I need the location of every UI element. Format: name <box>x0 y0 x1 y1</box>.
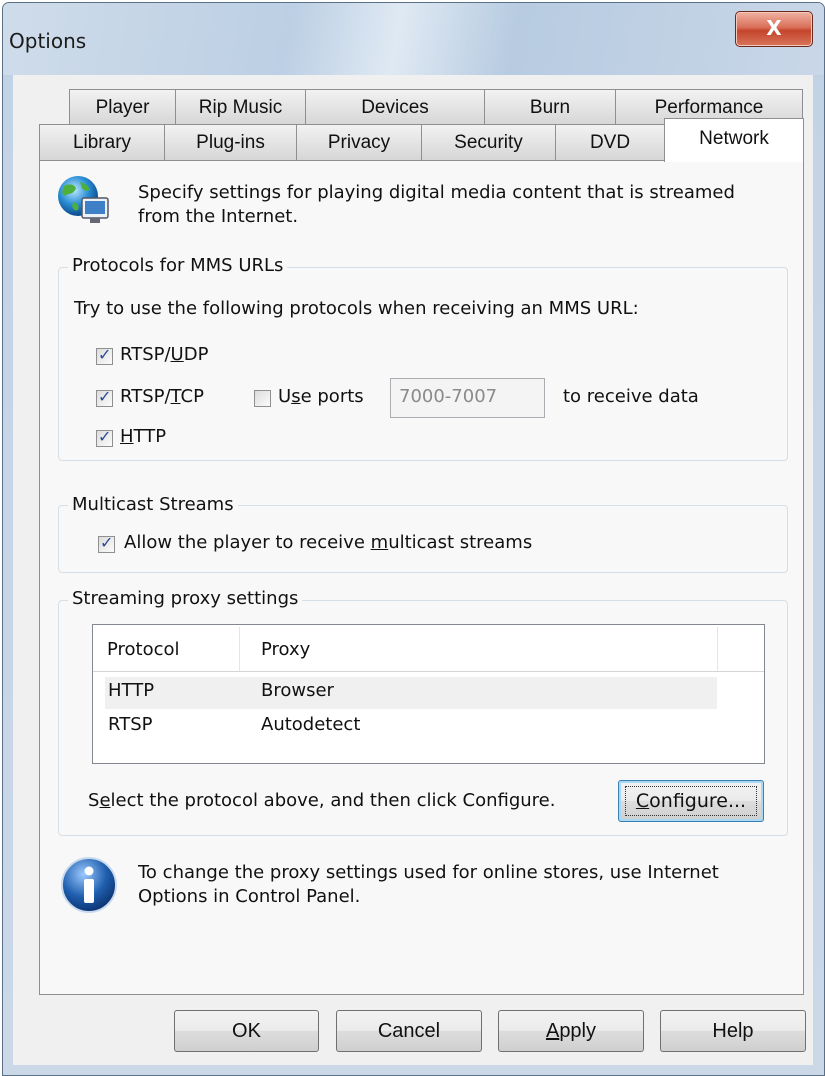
tab-label: Rip Music <box>198 97 283 118</box>
tab-privacy[interactable]: Privacy <box>296 124 422 160</box>
info-text-line1: To change the proxy settings used for on… <box>138 862 719 883</box>
apply-button[interactable]: Apply <box>498 1010 644 1052</box>
tab-player[interactable]: Player <box>69 89 176 125</box>
http-checkbox[interactable] <box>96 427 113 447</box>
tab-label: Library <box>72 132 132 153</box>
accelerator-key: U <box>170 344 184 365</box>
tab-plug-ins[interactable]: Plug-ins <box>164 124 297 160</box>
tab-rip-music[interactable]: Rip Music <box>175 89 306 125</box>
label-part: TTP <box>133 426 167 447</box>
rtsp-tcp-checkbox[interactable] <box>96 387 113 407</box>
close-icon: X <box>766 16 782 40</box>
tab-label: Player <box>95 97 150 118</box>
tab-label: DVD <box>589 132 631 153</box>
ok-button[interactable]: OK <box>174 1010 319 1052</box>
ports-suffix-label: to receive data <box>563 386 699 407</box>
table-row[interactable]: HTTP Browser <box>105 677 717 709</box>
use-ports-label[interactable]: Use ports <box>278 386 364 407</box>
proxy-list[interactable]: Protocol Proxy HTTP Browser RTSP Autodet… <box>92 624 765 764</box>
info-text-line2: Options in Control Panel. <box>138 886 361 907</box>
accelerator-key: m <box>370 532 389 553</box>
title-bar[interactable]: Options X <box>3 3 824 75</box>
protocols-legend: Protocols for MMS URLs <box>68 255 288 276</box>
cancel-button[interactable]: Cancel <box>336 1010 482 1052</box>
header-description-line1: Specify settings for playing digital med… <box>138 182 735 203</box>
table-row[interactable]: RTSP Autodetect <box>105 711 717 743</box>
accelerator-key: T <box>170 386 181 407</box>
tab-security[interactable]: Security <box>421 124 556 160</box>
row-protocol: HTTP <box>108 680 155 701</box>
allow-multicast-checkbox[interactable] <box>98 533 115 553</box>
proxy-legend: Streaming proxy settings <box>68 588 303 609</box>
window-title: Options <box>9 29 87 53</box>
tab-label: Performance <box>654 97 764 118</box>
accelerator-key: H <box>120 426 134 447</box>
use-ports-checkbox[interactable] <box>254 390 271 407</box>
column-divider[interactable] <box>239 627 240 671</box>
proxy-list-header: Protocol Proxy <box>93 625 764 672</box>
label-part: CP <box>180 386 204 407</box>
tab-label: Burn <box>529 97 571 118</box>
tab-dvd[interactable]: DVD <box>555 124 665 160</box>
close-button[interactable]: X <box>735 11 813 47</box>
button-label: OK <box>232 1020 261 1042</box>
column-divider[interactable] <box>717 627 718 671</box>
help-button[interactable]: Help <box>660 1010 806 1052</box>
accelerator-key: s <box>291 386 301 407</box>
rtsp-udp-label[interactable]: RTSP/UDP <box>120 344 208 365</box>
accelerator-key: A <box>545 1020 560 1042</box>
button-label: Cancel <box>377 1020 441 1042</box>
rtsp-udp-checkbox[interactable] <box>96 345 113 365</box>
accelerator-key: e <box>99 790 111 811</box>
tab-label: Devices <box>361 97 429 118</box>
label-part: S <box>88 790 100 811</box>
protocols-instruction: Try to use the following protocols when … <box>74 298 639 319</box>
row-proxy: Autodetect <box>261 714 361 735</box>
label-part: ulticast streams <box>388 532 533 553</box>
label-part: lect the protocol above, and then click … <box>110 790 556 811</box>
tab-burn[interactable]: Burn <box>484 89 616 125</box>
multicast-legend: Multicast Streams <box>68 494 238 515</box>
button-label: Help <box>712 1020 754 1042</box>
allow-multicast-label[interactable]: Allow the player to receive multicast st… <box>124 532 532 553</box>
label-part: RTSP/ <box>120 344 171 365</box>
label-part: e ports <box>300 386 364 407</box>
tab-label: Network <box>699 128 769 149</box>
label-part: RTSP/ <box>120 386 171 407</box>
row-proxy: Browser <box>261 680 334 701</box>
rtsp-tcp-label[interactable]: RTSP/TCP <box>120 386 204 407</box>
button-label: pply <box>559 1020 597 1042</box>
tab-label: Security <box>454 132 523 153</box>
label-part: Allow the player to receive <box>124 532 371 553</box>
configure-button[interactable]: Configure... <box>618 780 764 822</box>
tab-library[interactable]: Library <box>39 124 165 160</box>
tab-devices[interactable]: Devices <box>305 89 485 125</box>
tab-label: Privacy <box>327 132 391 153</box>
column-header-protocol[interactable]: Protocol <box>107 639 180 660</box>
proxy-hint: Select the protocol above, and then clic… <box>88 790 555 811</box>
tab-label: Plug-ins <box>196 132 265 153</box>
focus-rect <box>625 786 757 816</box>
info-icon <box>61 857 117 913</box>
column-header-proxy[interactable]: Proxy <box>261 639 310 660</box>
http-label[interactable]: HTTP <box>120 426 166 447</box>
row-protocol: RTSP <box>108 714 153 735</box>
label-part: DP <box>183 344 209 365</box>
network-globe-icon <box>58 176 109 223</box>
ports-input[interactable]: 7000-7007 <box>390 378 545 418</box>
header-description-line2: from the Internet. <box>138 206 299 227</box>
tab-network[interactable]: Network <box>664 118 804 162</box>
label-part: U <box>278 386 292 407</box>
